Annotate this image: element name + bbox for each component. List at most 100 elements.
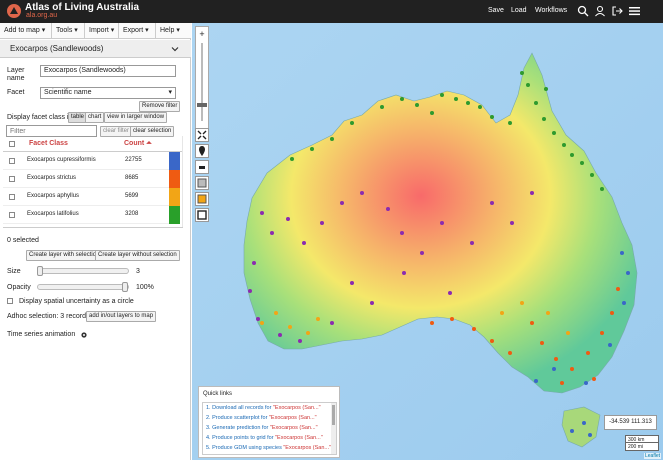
layers-button[interactable] xyxy=(195,176,209,190)
quick-link[interactable]: 4. Produce points to grid for "Exocarpos… xyxy=(206,435,323,441)
load-button[interactable]: Load xyxy=(511,7,527,14)
create-layer-with-selection-button[interactable]: Create layer with selection xyxy=(26,250,103,261)
facet-select-value: Scientific name xyxy=(44,89,92,96)
map-view[interactable]: + − Quick links xyxy=(192,23,663,460)
quick-links-panel: Quick links 1. Download all records for … xyxy=(198,386,340,458)
opacity-slider-handle[interactable] xyxy=(122,282,128,292)
draw-point-button[interactable] xyxy=(195,160,209,174)
row-name: Exocarpos aphyllus xyxy=(27,193,80,199)
layer-title: Exocarpos (Sandlewoods) xyxy=(10,44,104,53)
layer-name-input[interactable]: Exocarpos (Sandlewoods) xyxy=(40,65,176,77)
facet-class-column-header[interactable]: Facet Class xyxy=(29,140,68,147)
larger-window-button[interactable]: view in larger window xyxy=(104,112,168,123)
user-icon[interactable] xyxy=(594,5,606,17)
row-color-swatch xyxy=(169,206,180,224)
add-in-out-layers-button[interactable]: add in/out layers to map xyxy=(86,311,157,322)
export-menu[interactable]: Export ▾ xyxy=(119,23,156,39)
row-checkbox[interactable] xyxy=(9,194,15,200)
row-count: 22755 xyxy=(125,157,142,163)
row-count: 5699 xyxy=(125,193,139,199)
legend-button[interactable] xyxy=(195,208,209,222)
zoom-slider-handle[interactable] xyxy=(197,103,207,107)
row-color-swatch xyxy=(169,170,180,188)
chart-view-button[interactable]: chart xyxy=(85,112,105,123)
help-menu[interactable]: Help ▾ xyxy=(156,23,191,39)
count-column-header[interactable]: Count ⏶ xyxy=(124,140,152,148)
size-slider[interactable] xyxy=(37,266,129,276)
basemap-button[interactable] xyxy=(195,192,209,206)
zoom-slider[interactable] xyxy=(197,43,207,121)
quick-link-layer: "Exocarpos (San..." xyxy=(283,445,331,451)
table-row[interactable]: Exocarpos cupressiformis 22755 xyxy=(3,152,180,170)
map-attribution-link[interactable]: Leaflet xyxy=(643,453,661,459)
remove-filter-button[interactable]: Remove filter xyxy=(139,101,181,112)
hamburger-menu-icon[interactable] xyxy=(628,5,641,17)
point-tool-icon xyxy=(199,166,205,169)
save-button[interactable]: Save xyxy=(488,7,504,14)
zoom-in-button[interactable]: + xyxy=(196,29,208,39)
chevron-down-icon[interactable] xyxy=(171,45,179,53)
facet-table-header: Facet Class Count ⏶ xyxy=(3,136,183,152)
fullscreen-button[interactable] xyxy=(195,128,209,142)
fullscreen-icon xyxy=(197,130,207,140)
row-name: Exocarpos strictus xyxy=(27,175,77,181)
row-color-swatch xyxy=(169,188,180,206)
facet-select[interactable]: Scientific name ▾ xyxy=(40,87,176,99)
selected-count: 0 selected xyxy=(7,237,39,244)
time-series-label: Time series animation xyxy=(7,331,76,338)
table-row[interactable]: Exocarpos latifolius 3208 xyxy=(3,206,180,224)
quick-links-title: Quick links xyxy=(203,391,233,397)
quick-link[interactable]: 2. Produce scatterplot for "Exocarpos (S… xyxy=(206,415,317,421)
select-all-checkbox[interactable] xyxy=(9,141,15,147)
zoom-control: + − xyxy=(195,26,209,141)
layer-sidebar: Add to map ▾ Tools ▾ Import ▾ Export ▾ H… xyxy=(0,23,191,460)
uncertainty-label: Display spatial uncertainty as a circle xyxy=(19,298,134,305)
table-row[interactable]: Exocarpos strictus 8685 xyxy=(3,170,180,188)
search-icon[interactable] xyxy=(577,5,589,17)
facet-table: Facet Class Count ⏶ Exocarpos cupressifo… xyxy=(3,136,183,228)
row-count: 3208 xyxy=(125,211,139,217)
size-slider-handle[interactable] xyxy=(37,266,43,276)
quick-link-text: 3. Generate prediction for xyxy=(206,425,270,431)
scale-bar-mi: 200 mi xyxy=(625,443,659,451)
uncertainty-checkbox[interactable] xyxy=(7,298,13,304)
scrollbar-thumb[interactable] xyxy=(332,405,335,425)
layer-name-label: Layer xyxy=(7,67,25,74)
quick-link-text: 4. Produce points to grid for xyxy=(206,435,276,441)
row-color-swatch xyxy=(169,152,180,170)
quick-link-layer: "Exocarpos (San..." xyxy=(272,405,321,411)
row-checkbox[interactable] xyxy=(9,176,15,182)
adhoc-selection-label: Adhoc selection: 3 record/s xyxy=(7,313,92,320)
row-checkbox[interactable] xyxy=(9,212,15,218)
coordinate-readout: -34.539 111.313 xyxy=(604,415,657,430)
row-name: Exocarpos latifolius xyxy=(27,211,79,217)
quick-link-layer: "Exocarpos (San..." xyxy=(269,425,318,431)
quick-link-layer: "Exocarpos (San..." xyxy=(268,415,317,421)
opacity-slider[interactable] xyxy=(37,282,129,292)
quick-link-text: 2. Produce scatterplot for xyxy=(206,415,269,421)
workflows-button[interactable]: Workflows xyxy=(535,7,567,14)
add-to-map-menu[interactable]: Add to map ▾ xyxy=(0,23,52,39)
row-checkbox[interactable] xyxy=(9,158,15,164)
tools-menu[interactable]: Tools ▾ xyxy=(52,23,85,39)
import-menu[interactable]: Import ▾ xyxy=(85,23,119,39)
size-value: 3 xyxy=(136,268,140,275)
quick-link[interactable]: 5. Produce GDM using species "Exocarpos … xyxy=(206,445,331,451)
display-class-label: Display facet class in xyxy=(7,114,73,121)
opacity-label: Opacity xyxy=(7,284,31,291)
size-label: Size xyxy=(7,268,21,275)
table-row[interactable]: Exocarpos aphyllus 5699 xyxy=(3,188,180,206)
quick-link[interactable]: 3. Generate prediction for "Exocarpos (S… xyxy=(206,425,318,431)
quick-links-scrollbar[interactable] xyxy=(331,403,336,454)
create-layer-without-selection-button[interactable]: Create layer without selection xyxy=(95,250,180,261)
facet-label: Facet xyxy=(7,89,25,96)
logout-icon[interactable] xyxy=(611,5,623,17)
brand-subtitle[interactable]: ala.org.au xyxy=(26,12,57,19)
facet-table-scrollbar[interactable] xyxy=(182,136,183,227)
quick-link-text: 5. Produce GDM using species xyxy=(206,445,284,451)
draw-marker-button[interactable] xyxy=(195,144,209,158)
gear-icon[interactable] xyxy=(80,331,88,339)
layer-panel-header[interactable]: Exocarpos (Sandlewoods) xyxy=(0,40,191,58)
ala-logo-icon[interactable] xyxy=(6,3,22,19)
quick-link[interactable]: 1. Download all records for "Exocarpos (… xyxy=(206,405,321,411)
